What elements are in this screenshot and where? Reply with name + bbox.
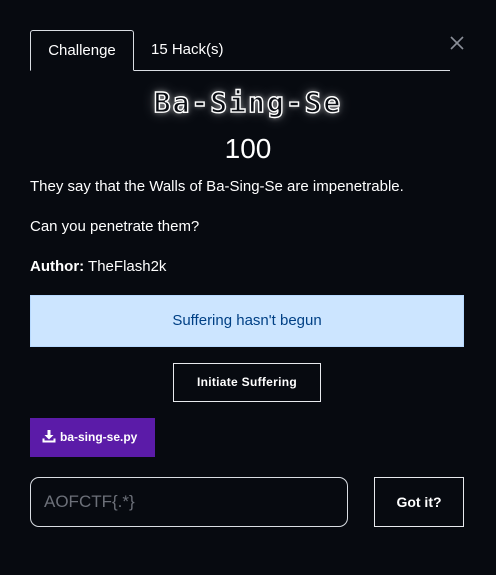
status-alert: Suffering hasn't begun: [30, 295, 464, 347]
status-message: Suffering hasn't begun: [172, 312, 322, 329]
file-name: ba-sing-se.py: [60, 430, 138, 444]
close-button[interactable]: [447, 33, 467, 53]
tab-bar: Challenge 15 Hack(s): [30, 30, 450, 71]
author-line: Author: TheFlash2k: [30, 258, 166, 275]
challenge-title: Ba-Sing-Se: [153, 85, 343, 119]
author-name: TheFlash2k: [84, 258, 167, 275]
tab-challenge[interactable]: Challenge: [30, 30, 134, 71]
initiate-suffering-button[interactable]: Initiate Suffering: [173, 363, 321, 402]
file-download-button[interactable]: ba-sing-se.py: [30, 418, 155, 457]
author-label: Author:: [30, 258, 85, 275]
challenge-modal: Challenge 15 Hack(s) Ba-Sing-Se 100 They…: [0, 0, 496, 575]
submit-flag-button[interactable]: Got it?: [374, 477, 464, 527]
download-icon: [42, 429, 56, 443]
close-icon: [450, 36, 464, 50]
flag-input[interactable]: [30, 477, 348, 527]
description-line-1: They say that the Walls of Ba-Sing-Se ar…: [30, 178, 404, 195]
challenge-points: 100: [224, 133, 272, 164]
description-line-2: Can you penetrate them?: [30, 218, 200, 235]
tab-hacks[interactable]: 15 Hack(s): [151, 30, 271, 71]
